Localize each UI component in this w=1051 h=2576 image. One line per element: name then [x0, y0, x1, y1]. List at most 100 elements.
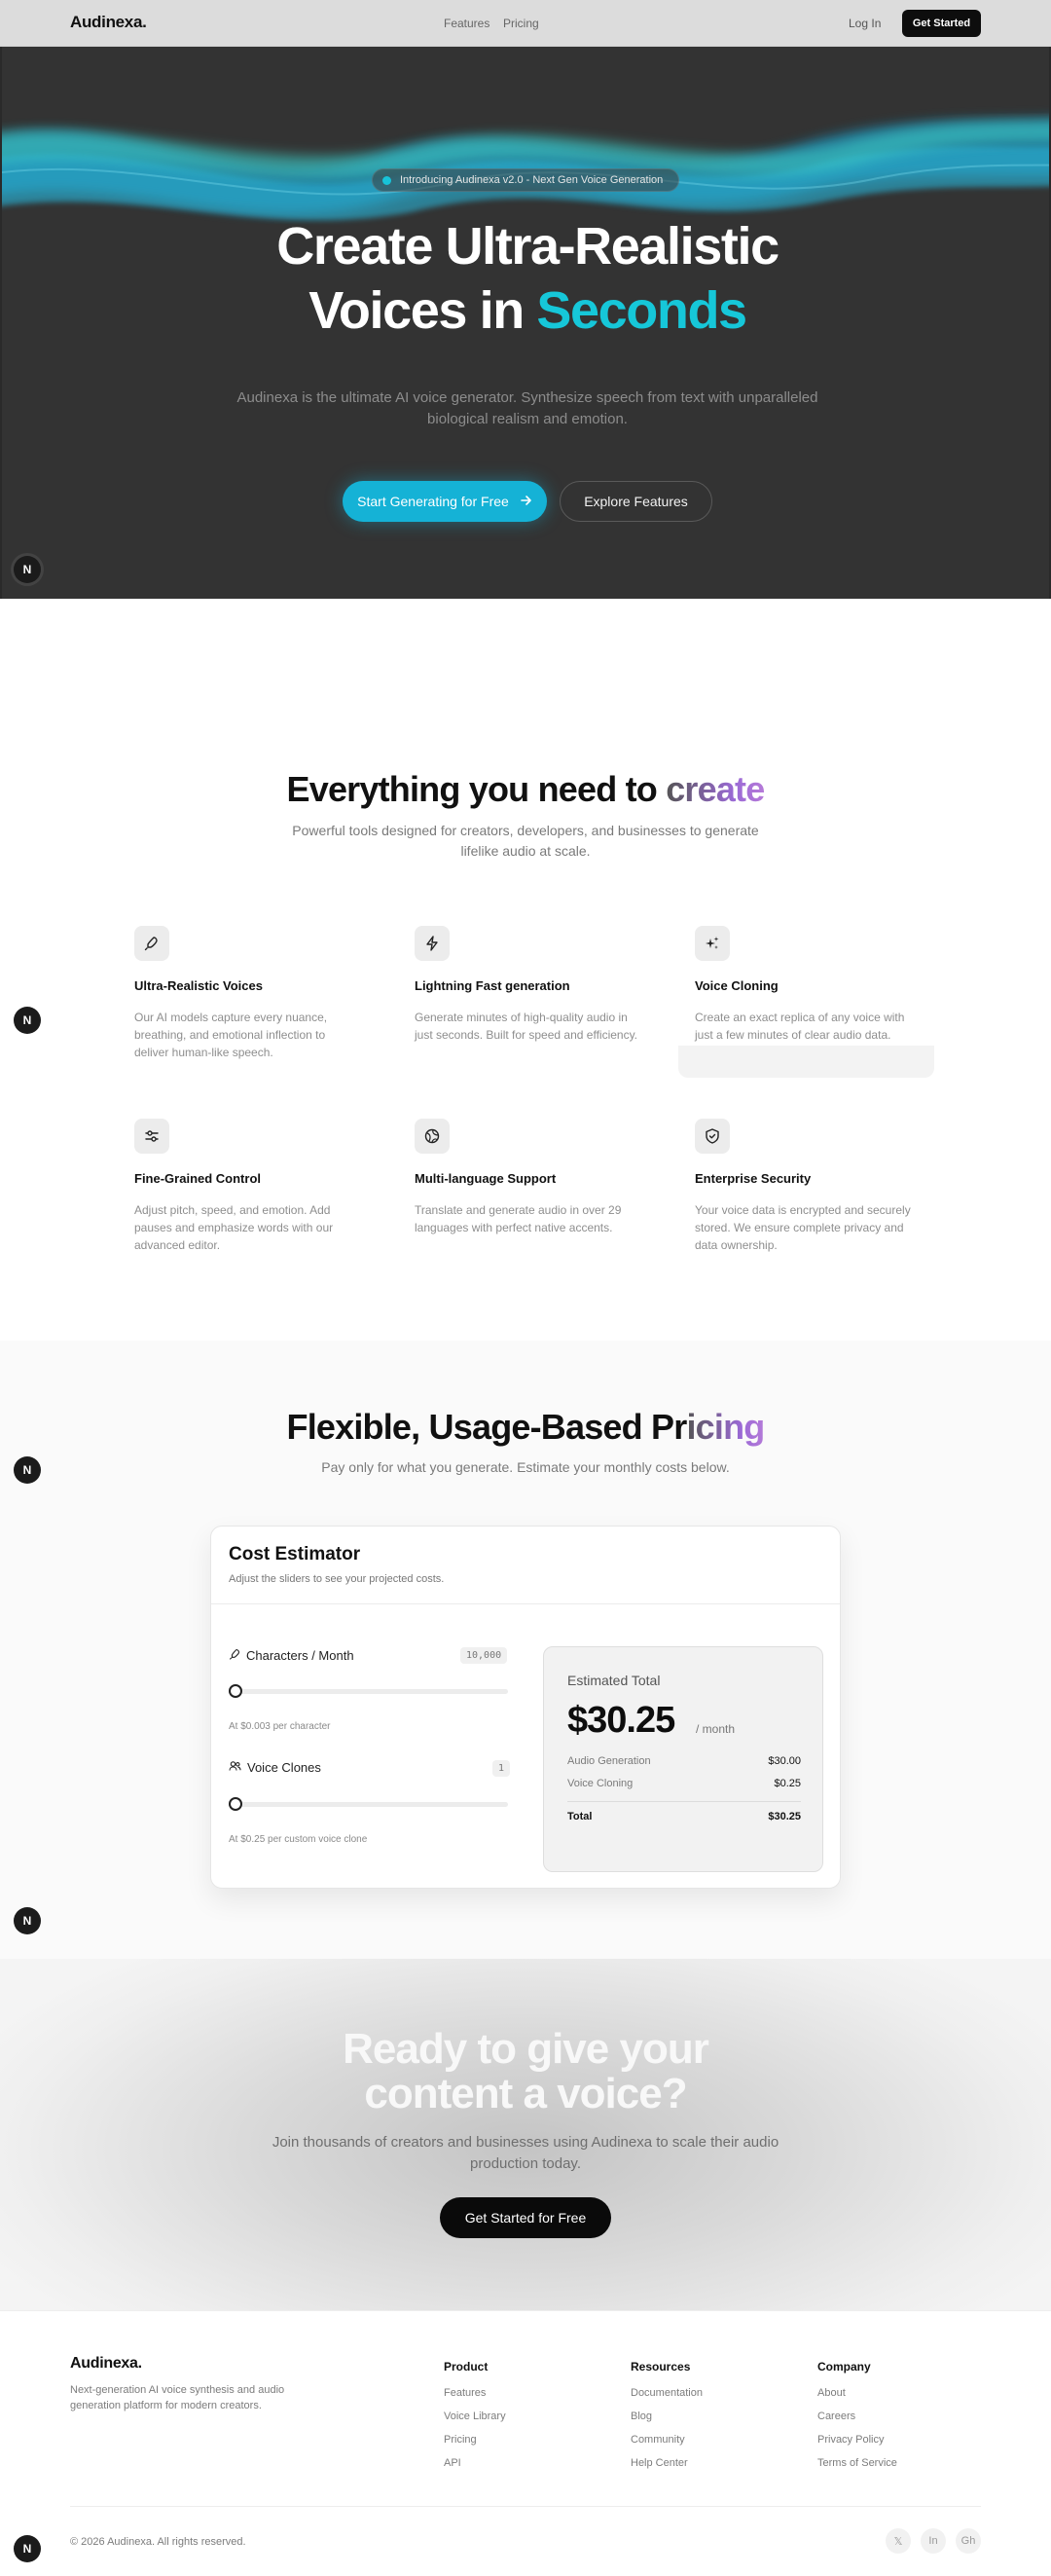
pricing-title: Flexible, Usage-Based Pricing	[0, 1407, 1051, 1448]
feature-desc: Generate minutes of high-quality audio i…	[415, 1011, 638, 1042]
footer-link[interactable]: Pricing	[444, 2434, 477, 2446]
voice-clones-label-text: Voice Clones	[247, 1760, 321, 1775]
footer-link[interactable]: Privacy Policy	[817, 2434, 884, 2446]
feature-card: Voice Cloning Create an exact replica of…	[695, 926, 919, 1044]
feature-card: Ultra-Realistic Voices Our AI models cap…	[134, 926, 358, 1061]
cost-row-label: Audio Generation	[567, 1755, 651, 1767]
arrow-right-icon	[521, 494, 532, 509]
footer-col-title: Resources	[631, 2360, 691, 2374]
estimated-total-label: Estimated Total	[567, 1673, 661, 1688]
total-divider	[567, 1801, 801, 1802]
feature-title: Enterprise Security	[695, 1171, 812, 1186]
estimated-total-panel: Estimated Total $30.25 / month Audio Gen…	[543, 1646, 823, 1872]
features-subtitle: Powerful tools designed for creators, de…	[292, 823, 759, 859]
brand-logo[interactable]: Audinexa.	[70, 13, 147, 32]
start-generating-button[interactable]: Start Generating for Free	[343, 481, 547, 522]
feature-card: Enterprise Security Your voice data is e…	[695, 1119, 919, 1254]
get-started-free-button[interactable]: Get Started for Free	[440, 2197, 611, 2238]
footer-col-title: Product	[444, 2360, 489, 2374]
pricing-subtitle: Pay only for what you generate. Estimate…	[321, 1459, 730, 1475]
floating-n-badge[interactable]: N	[14, 1456, 41, 1484]
hero-title-prefix: Voices in	[308, 281, 525, 340]
cta-title-line2: content a voice?	[364, 2070, 687, 2117]
pricing-title-prefix: Flexible, Usage-Based Pr	[286, 1407, 688, 1447]
announcement-text: Introducing Audinexa v2.0 - Next Gen Voi…	[400, 174, 664, 186]
hero-section: Introducing Audinexa v2.0 - Next Gen Voi…	[0, 47, 1051, 599]
announcement-badge[interactable]: Introducing Audinexa v2.0 - Next Gen Voi…	[372, 168, 679, 192]
footer-link[interactable]: API	[444, 2457, 461, 2469]
cost-row-value: $30.00	[768, 1755, 801, 1767]
start-generating-label: Start Generating for Free	[357, 494, 509, 509]
card-subtitle: Adjust the sliders to see your projected…	[229, 1573, 445, 1585]
users-icon	[229, 1760, 241, 1775]
voice-clones-slider[interactable]	[229, 1797, 508, 1811]
floating-n-badge[interactable]: N	[14, 1907, 41, 1934]
footer-link[interactable]: Help Center	[631, 2457, 688, 2469]
characters-label-text: Characters / Month	[246, 1648, 354, 1663]
shield-icon	[695, 1119, 730, 1154]
login-link[interactable]: Log In	[849, 17, 881, 30]
estimated-total-period: / month	[696, 1722, 736, 1736]
cta-title-line1: Ready to give your	[343, 2025, 709, 2073]
microphone-icon	[134, 926, 169, 961]
floating-n-badge[interactable]: N	[14, 556, 41, 583]
linkedin-social-icon[interactable]: In	[921, 2528, 946, 2554]
cta-subtitle: Join thousands of creators and businesse…	[272, 2134, 779, 2172]
explore-features-button[interactable]: Explore Features	[560, 481, 712, 522]
floating-n-badge[interactable]: N	[14, 1007, 41, 1034]
footer-link[interactable]: Voice Library	[444, 2410, 506, 2422]
feature-desc: Your voice data is encrypted and securel…	[695, 1203, 911, 1252]
voice-clones-slider-thumb[interactable]	[229, 1797, 242, 1811]
sliders-icon	[134, 1119, 169, 1154]
cta-section: Ready to give your content a voice? Join…	[0, 1959, 1051, 2310]
feature-desc: Create an exact replica of any voice wit…	[695, 1011, 905, 1042]
footer-link[interactable]: Features	[444, 2387, 486, 2399]
card-divider	[211, 1603, 840, 1604]
nav-link-pricing[interactable]: Pricing	[503, 17, 539, 30]
feature-title: Lightning Fast generation	[415, 978, 570, 993]
cost-row-label: Voice Cloning	[567, 1778, 634, 1789]
cost-row-value: $0.25	[774, 1778, 801, 1789]
characters-slider-thumb[interactable]	[229, 1684, 242, 1698]
footer-divider	[70, 2506, 981, 2507]
features-title-prefix: Everything you need to	[286, 769, 658, 809]
footer-link[interactable]: Careers	[817, 2410, 855, 2422]
total-label: Total	[567, 1811, 593, 1822]
footer-link[interactable]: Documentation	[631, 2387, 703, 2399]
footer-link[interactable]: Community	[631, 2434, 685, 2446]
hero-title-line1: Create Ultra-Realistic	[276, 217, 779, 276]
estimated-total-amount: $30.25	[567, 1700, 675, 1741]
globe-icon	[415, 1119, 450, 1154]
card-title: Cost Estimator	[229, 1544, 361, 1564]
feature-title: Multi-language Support	[415, 1171, 557, 1186]
footer-col-title: Company	[817, 2360, 871, 2374]
feature-desc: Our AI models capture every nuance, brea…	[134, 1011, 328, 1059]
voice-clones-note: At $0.25 per custom voice clone	[229, 1834, 368, 1845]
github-social-icon[interactable]: Gh	[956, 2528, 981, 2554]
footer-link[interactable]: Blog	[631, 2410, 652, 2422]
footer-link[interactable]: Terms of Service	[817, 2457, 897, 2469]
characters-label: Characters / Month	[229, 1648, 354, 1663]
total-row: Total $30.25	[567, 1811, 801, 1822]
hero-subtitle: Audinexa is the ultimate AI voice genera…	[236, 389, 818, 427]
floating-n-badge[interactable]: N	[14, 2535, 41, 2562]
footer-logo[interactable]: Audinexa.	[70, 2355, 142, 2373]
cost-row: Voice Cloning $0.25	[567, 1778, 801, 1789]
cost-row: Audio Generation $30.00	[567, 1755, 801, 1767]
feature-desc: Adjust pitch, speed, and emotion. Add pa…	[134, 1203, 334, 1252]
footer: Audinexa. Next-generation AI voice synth…	[0, 2310, 1051, 2576]
feature-card: Multi-language Support Translate and gen…	[415, 1119, 638, 1236]
footer-link[interactable]: About	[817, 2387, 846, 2399]
sparkles-icon	[695, 926, 730, 961]
copyright-text: © 2026 Audinexa. All rights reserved.	[70, 2536, 246, 2548]
feature-title: Voice Cloning	[695, 978, 779, 993]
characters-note: At $0.003 per character	[229, 1721, 331, 1732]
characters-slider[interactable]	[229, 1684, 508, 1698]
x-social-icon[interactable]: 𝕏	[886, 2528, 911, 2554]
total-value: $30.25	[768, 1811, 801, 1822]
status-dot-icon	[382, 175, 391, 185]
get-started-button[interactable]: Get Started	[902, 10, 981, 37]
features-title-accent: create	[666, 769, 765, 809]
voice-clones-label: Voice Clones	[229, 1760, 321, 1775]
nav-link-features[interactable]: Features	[444, 17, 489, 30]
